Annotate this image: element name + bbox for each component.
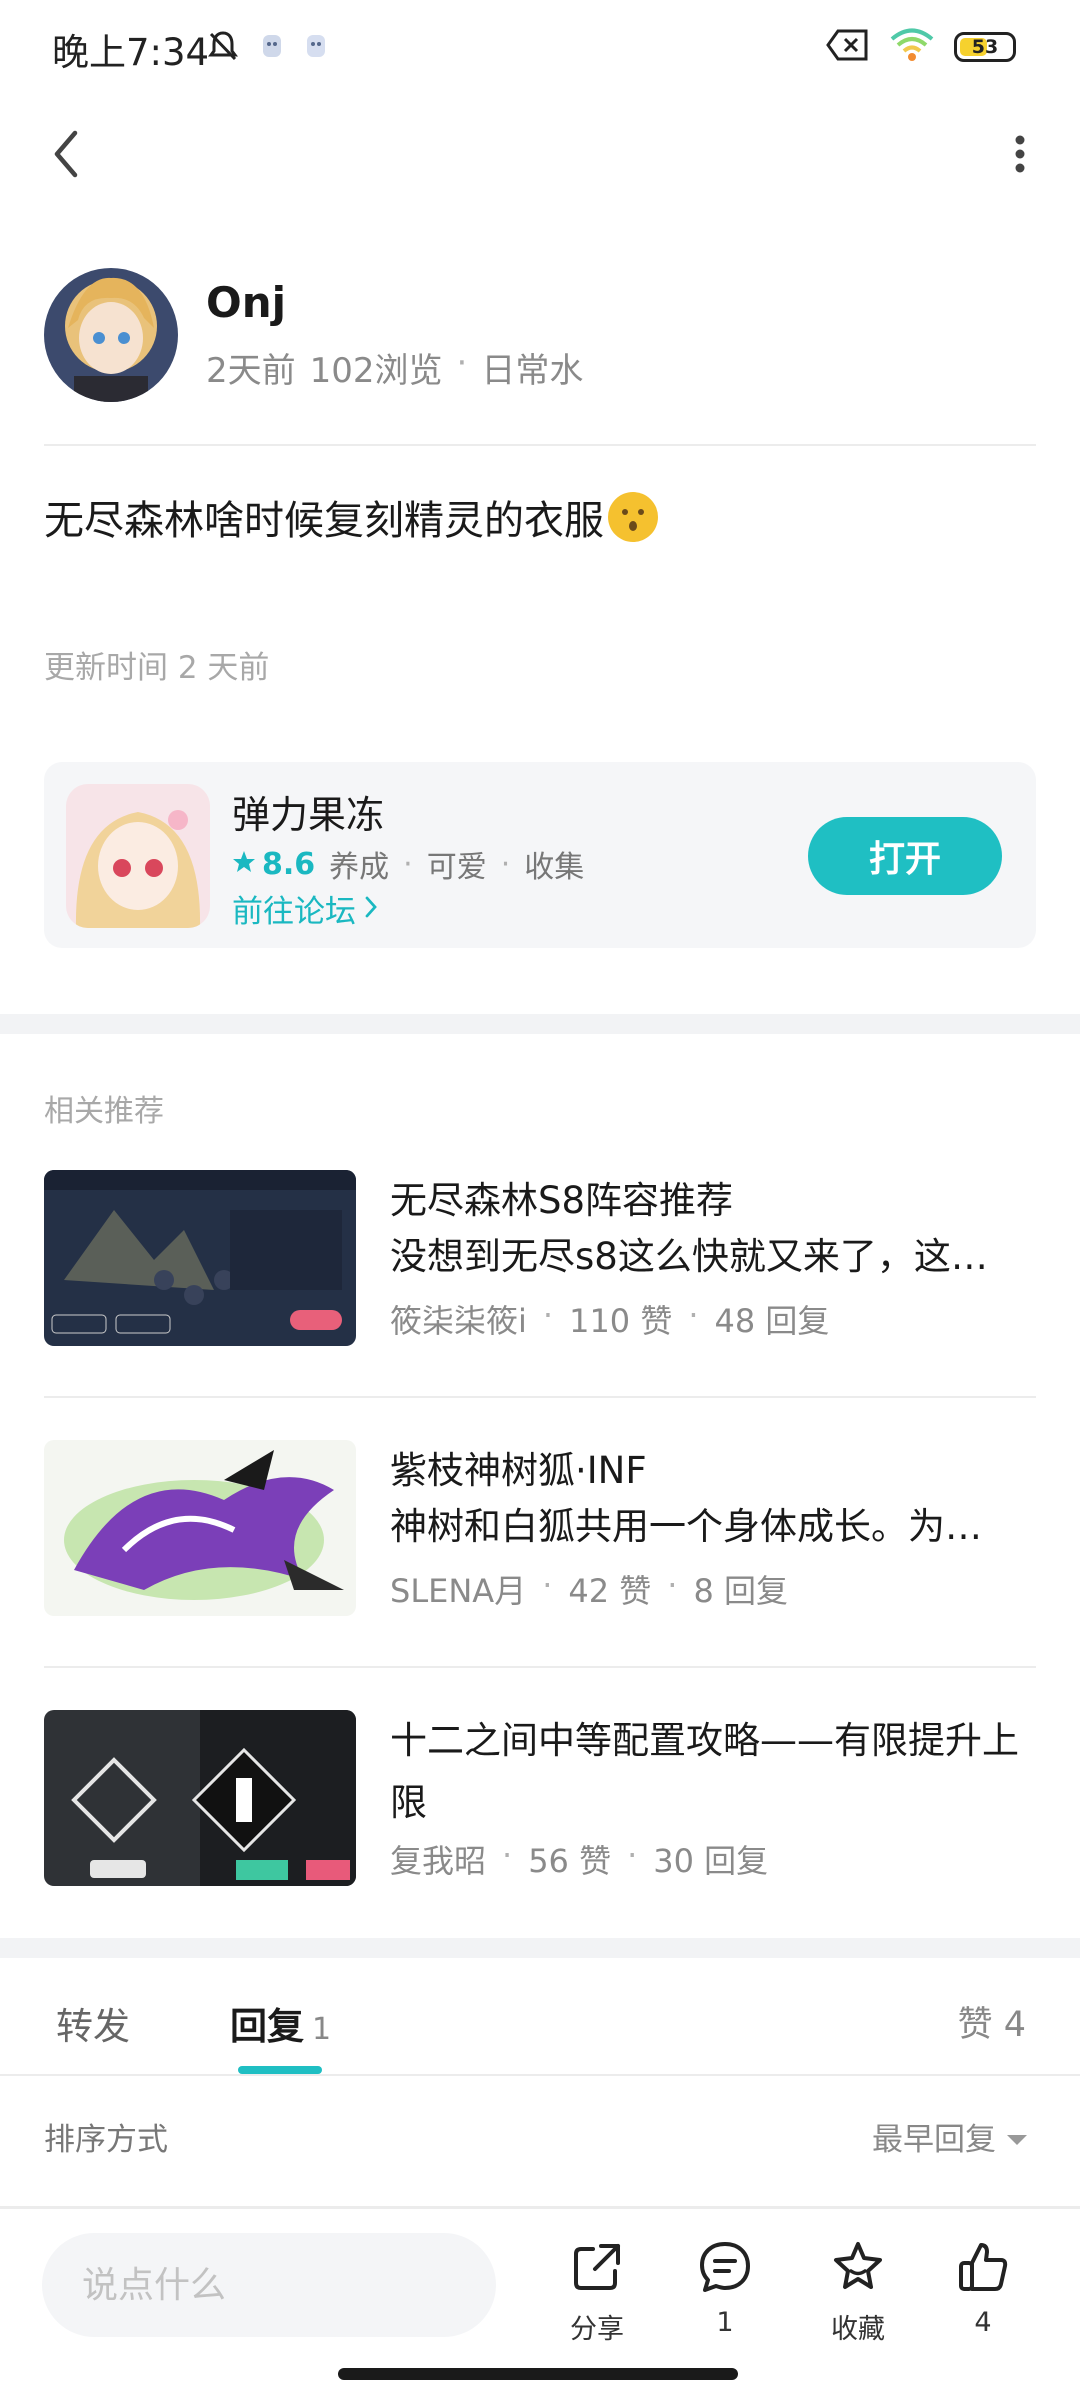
list-item[interactable]: 十二之间中等配置攻略——有限提升上限 复我昭 · 56 赞 · 30 回复 <box>44 1710 1036 1890</box>
like-button[interactable]: 4 <box>928 2239 1038 2349</box>
chevron-left-icon <box>51 129 81 183</box>
app-card[interactable]: 弹力果冻 8.6 养成 · 可爱 · 收集 前往论坛 打开 <box>44 762 1036 948</box>
back-button[interactable] <box>36 126 96 186</box>
rec-title: 紫枝神树狐·INF <box>390 1449 647 1492</box>
chevron-right-icon <box>364 891 378 927</box>
tab-like[interactable]: 赞 4 <box>958 1996 1026 2047</box>
battery-level: 53 <box>971 36 999 58</box>
comment-icon <box>697 2239 753 2299</box>
app-tag: 收集 <box>524 850 585 885</box>
sort-row: 排序方式 最早回复 <box>0 2078 1080 2208</box>
wifi-icon <box>890 28 934 66</box>
thumbnail <box>44 1170 356 1346</box>
rec-meta: 复我昭 · 56 赞 · 30 回复 <box>390 1836 769 1880</box>
list-item[interactable]: 无尽森林S8阵容推荐 没想到无尽s8这么快就又来了，这… 筱柒柒筱i · 110… <box>44 1170 1036 1350</box>
rec-title: 无尽森林S8阵容推荐 <box>390 1179 734 1222</box>
rec-meta: SLENA月 · 42 赞 · 8 回复 <box>390 1566 788 1610</box>
more-button[interactable] <box>990 126 1050 186</box>
rec-replies: 30 回复 <box>653 1842 769 1880</box>
caret-down-icon <box>1006 2119 1028 2155</box>
rec-description: 神树和白狐共用一个身体成长。为… <box>390 1505 982 1548</box>
home-indicator[interactable] <box>338 2368 738 2380</box>
tab-repost[interactable]: 转发 <box>56 1996 130 2050</box>
like-count: 4 <box>974 2307 992 2338</box>
avatar[interactable] <box>44 268 178 402</box>
section-divider <box>0 1014 1080 1034</box>
open-app-button[interactable]: 打开 <box>808 817 1002 895</box>
sort-label: 排序方式 <box>44 2122 168 2158</box>
nav-bar <box>0 110 1080 200</box>
bottom-action-bar: 分享 1 收藏 4 <box>0 2208 1080 2358</box>
tab-reply-label: 回复 <box>230 2005 304 2048</box>
rec-likes: 110 赞 <box>569 1302 673 1340</box>
sort-value: 最早回复 <box>872 2122 996 2158</box>
update-time: 更新时间 2 天前 <box>44 650 270 686</box>
battery-icon: 53 <box>954 32 1016 62</box>
rec-title: 十二之间中等配置攻略——有限提升上限 <box>390 1719 1019 1824</box>
post-category[interactable]: 日常水 <box>481 343 583 392</box>
thumbs-up-icon <box>955 2239 1011 2299</box>
star-outline-icon <box>830 2239 886 2299</box>
more-vertical-icon <box>1014 134 1026 178</box>
list-item[interactable]: 紫枝神树狐·INF 神树和白狐共用一个身体成长。为… SLENA月 · 42 赞… <box>44 1440 1036 1620</box>
rec-likes: 42 赞 <box>568 1572 652 1610</box>
status-bar: 晚上7:34 53 <box>0 0 1080 100</box>
app-tag: 养成 <box>329 850 390 885</box>
separator: · <box>403 846 413 882</box>
app-name[interactable]: 弹力果冻 <box>232 784 384 839</box>
app-icon[interactable] <box>66 784 210 928</box>
post-meta: 2天前 102浏览 · 日常水 <box>206 343 583 392</box>
rec-author: 筱柒柒筱i <box>390 1302 527 1340</box>
tab-reply-count: 1 <box>312 2012 332 2047</box>
comment-input[interactable] <box>42 2233 496 2337</box>
divider <box>44 1396 1036 1398</box>
rec-author: SLENA月 <box>390 1572 527 1610</box>
app-notification-icon <box>259 31 285 65</box>
sort-dropdown[interactable]: 最早回复 <box>872 2114 1028 2159</box>
share-icon <box>569 2239 625 2299</box>
bell-off-icon <box>205 28 241 68</box>
divider <box>44 1666 1036 1668</box>
star-icon <box>232 847 256 882</box>
reply-tabs: 转发 回复 1 赞 4 <box>0 1960 1080 2076</box>
rec-author: 复我昭 <box>390 1842 487 1880</box>
thumbnail <box>44 1440 356 1616</box>
share-label: 分享 <box>570 2314 624 2345</box>
view-count: 102浏览 <box>309 351 443 391</box>
author-name[interactable]: Onj <box>206 278 286 327</box>
app-meta: 8.6 养成 · 可爱 · 收集 <box>232 842 584 886</box>
share-button[interactable]: 分享 <box>542 2239 652 2349</box>
divider <box>44 444 1036 446</box>
forum-link[interactable]: 前往论坛 <box>232 886 378 931</box>
rec-replies: 48 回复 <box>714 1302 830 1340</box>
post-content: 无尽森林啥时候复刻精灵的衣服 <box>44 488 658 546</box>
comment-count: 1 <box>716 2307 734 2338</box>
rec-meta: 筱柒柒筱i · 110 赞 · 48 回复 <box>390 1296 830 1340</box>
post-text: 无尽森林啥时候复刻精灵的衣服 <box>44 498 604 544</box>
separator: · <box>456 343 468 383</box>
rec-description: 没想到无尽s8这么快就又来了，这… <box>390 1235 988 1278</box>
author-header: Onj 2天前 102浏览 · 日常水 <box>44 268 1044 402</box>
comment-button[interactable]: 1 <box>670 2239 780 2349</box>
section-divider <box>0 1938 1080 1958</box>
rec-likes: 56 赞 <box>528 1842 612 1880</box>
thumbnail <box>44 1710 356 1886</box>
app-notification-icon <box>303 31 329 65</box>
separator: · <box>500 846 511 882</box>
rec-replies: 8 回复 <box>693 1572 788 1610</box>
tab-active-indicator <box>238 2066 322 2074</box>
post-time: 2天前 <box>206 351 296 391</box>
app-score: 8.6 <box>262 846 316 882</box>
tab-reply[interactable]: 回复 1 <box>230 1996 331 2050</box>
status-time: 晚上7:34 <box>52 31 210 74</box>
favorite-button[interactable]: 收藏 <box>803 2239 913 2349</box>
favorite-label: 收藏 <box>831 2314 885 2345</box>
app-tag: 可爱 <box>426 850 487 885</box>
forum-link-label: 前往论坛 <box>232 894 356 930</box>
no-sim-icon <box>826 28 870 66</box>
kissing-face-emoji <box>608 492 658 542</box>
related-section-title: 相关推荐 <box>44 1094 164 1129</box>
